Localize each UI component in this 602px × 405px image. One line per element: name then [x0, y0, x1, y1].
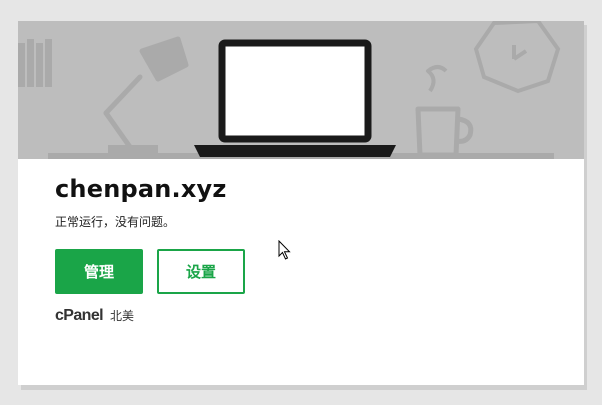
status-text: 正常运行，没有问题。 — [55, 215, 176, 229]
card-footer: cPanel 北美 — [55, 307, 134, 325]
hosting-card — [18, 21, 584, 385]
settings-button[interactable]: 设置 — [157, 249, 245, 294]
books-icon — [18, 39, 52, 87]
laptop-icon — [194, 39, 396, 157]
manage-button[interactable]: 管理 — [55, 249, 143, 294]
cpanel-logo: cPanel — [55, 307, 104, 324]
coffee-mug-icon — [415, 65, 474, 158]
wall-clock-icon — [473, 21, 561, 94]
desk-lamp-icon — [103, 36, 189, 155]
mouse-cursor-icon — [278, 240, 291, 260]
region-label: 北美 — [110, 309, 135, 323]
domain-title: chenpan.xyz — [55, 175, 227, 203]
banner-illustration — [18, 21, 584, 159]
